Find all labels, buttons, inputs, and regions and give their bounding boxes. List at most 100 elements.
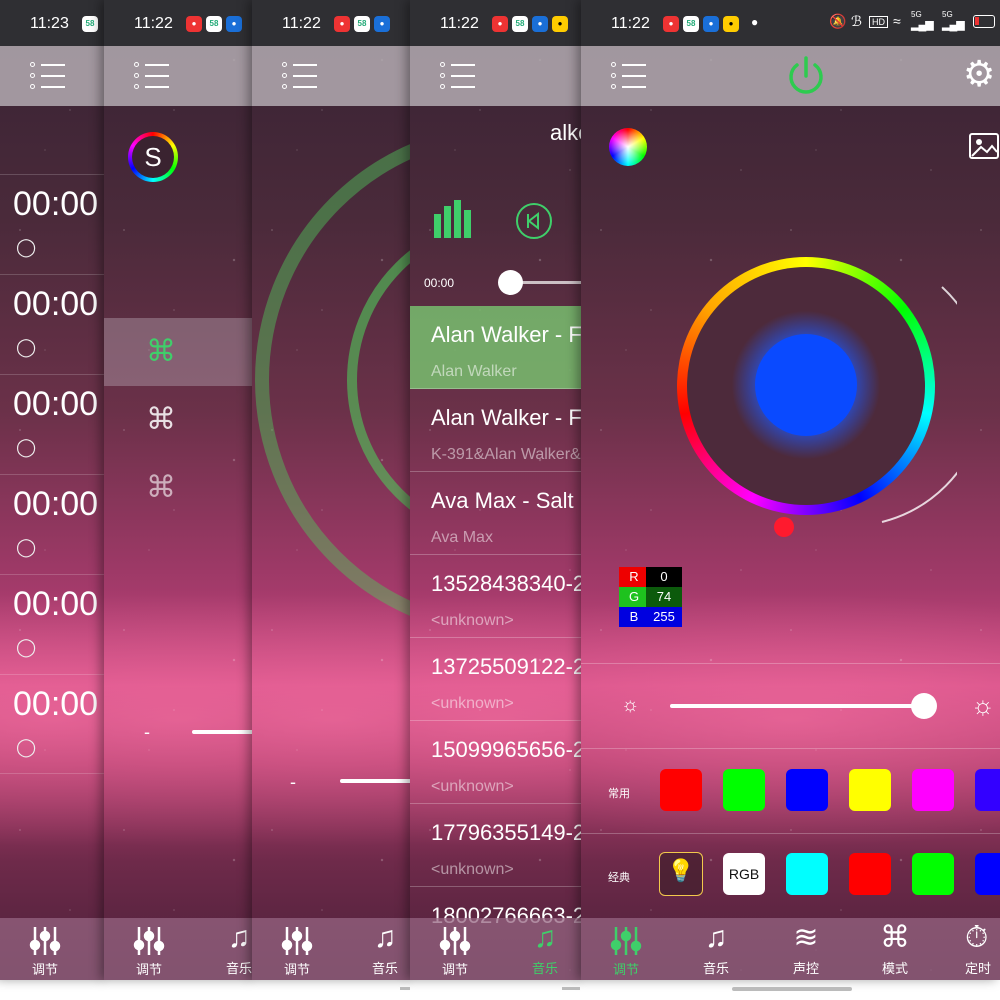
swatch-green[interactable]	[912, 853, 954, 895]
tab-adjust[interactable]: 调节	[420, 918, 490, 980]
swatch-blue[interactable]	[975, 853, 1000, 895]
tab-adjust[interactable]: 调节	[114, 918, 184, 980]
brightness-slider-thumb[interactable]	[911, 693, 937, 719]
swatch-magenta[interactable]	[912, 769, 954, 811]
list-menu-icon[interactable]	[611, 60, 647, 92]
brightness-low-icon: ☼	[621, 694, 640, 716]
power-icon[interactable]	[784, 54, 828, 98]
tab-label: 音乐	[225, 961, 252, 976]
list-menu-icon[interactable]	[134, 60, 170, 92]
top-bar	[410, 46, 583, 106]
tab-label: 音乐	[371, 961, 398, 976]
progress-thumb[interactable]	[498, 270, 523, 295]
command-icon: ⌘	[146, 471, 176, 504]
brightness-knob[interactable]	[774, 517, 794, 537]
image-icon[interactable]	[968, 130, 1000, 162]
tab-mode[interactable]: ⌘ 模式	[860, 918, 930, 980]
song-artist: K-391&Alan Walker&	[431, 446, 581, 463]
now-playing-artist: alke	[550, 120, 583, 145]
tab-adjust[interactable]: 调节	[591, 918, 661, 980]
song-item[interactable]: 17796355149-2 <unknown>	[410, 804, 581, 887]
tab-music[interactable]: ♫ 音乐	[350, 918, 412, 980]
song-item[interactable]: 15099965656-2 <unknown>	[410, 721, 581, 804]
tab-music[interactable]: ♫ 音乐	[681, 918, 751, 980]
timer-row[interactable]: 00:00 ◯	[0, 374, 106, 474]
signal-bars-icon: ▂▄▆	[942, 19, 965, 31]
sliders-icon	[439, 927, 471, 955]
timer-row[interactable]: 00:00 ◯	[0, 674, 106, 774]
mode-panel: 11:22 ● 58 ● S ⌘ ⌘ ⌘ - 调节 ♫ 音乐	[104, 0, 254, 980]
swatch-cyan[interactable]	[786, 853, 828, 895]
music-note-icon: ♫	[533, 921, 557, 954]
rgb-button[interactable]: RGB	[723, 853, 765, 895]
divider	[581, 663, 1000, 664]
bulb-icon: 💡	[667, 858, 695, 883]
command-icon: ⌘	[146, 403, 176, 436]
brightness-slider-track[interactable]	[670, 704, 922, 708]
song-title: Ava Max - Salt	[431, 488, 574, 513]
music-panel: 11:22 ● 58 ● ● alke 00:00 Alan Walker - …	[410, 0, 583, 980]
top-bar	[104, 46, 254, 106]
color-panel: 11:22 ● 58 ● ● ● 🔕 ℬ HD ≈ 5G ▂▄▆ 5G ▂▄▆ …	[581, 0, 1000, 980]
status-bar: 11:22 ● 58 ● ● ● 🔕 ℬ HD ≈ 5G ▂▄▆ 5G ▂▄▆	[581, 0, 1000, 46]
mode-item[interactable]: ⌘	[104, 386, 254, 454]
command-icon: ⌘	[146, 335, 176, 368]
song-item[interactable]: Alan Walker - F K-391&Alan Walker&	[410, 389, 581, 472]
common-colors-label: 常用	[608, 788, 630, 800]
song-artist: <unknown>	[431, 778, 514, 795]
tab-timer[interactable]: ⏱ 定时	[949, 918, 1000, 980]
status-time: 11:22	[611, 15, 650, 32]
swatch-red[interactable]	[849, 853, 891, 895]
warm-light-button[interactable]: 💡	[659, 852, 703, 896]
timer-row[interactable]: 00:00 ◯	[0, 474, 106, 574]
app-icon: ●	[723, 16, 739, 32]
tab-adjust[interactable]: 调节	[10, 918, 80, 980]
dot-icon: ●	[751, 15, 759, 29]
speed-slider[interactable]	[192, 730, 254, 734]
song-item[interactable]: 13725509122-2 <unknown>	[410, 638, 581, 721]
previous-track-icon[interactable]	[515, 202, 553, 240]
list-menu-icon[interactable]	[30, 60, 66, 92]
color-preview-circle	[755, 334, 857, 436]
tab-label: 音乐	[702, 961, 729, 976]
list-menu-icon[interactable]	[282, 60, 318, 92]
timer-row[interactable]: 00:00 ◯	[0, 574, 106, 674]
app-icon: ●	[492, 16, 508, 32]
tab-music[interactable]: ♫ 音乐	[204, 918, 254, 980]
command-icon: ⌘	[880, 921, 910, 954]
tab-label: 音乐	[531, 961, 558, 976]
timer-row[interactable]: 00:00 ◯	[0, 174, 106, 274]
tab-label: 定时	[965, 961, 992, 976]
list-menu-icon[interactable]	[440, 60, 476, 92]
timer-time: 00:00	[13, 385, 99, 423]
speed-minus-label: -	[144, 722, 150, 742]
settings-gear-icon[interactable]: ⚙	[963, 54, 995, 94]
mode-item[interactable]: ⌘	[104, 454, 254, 522]
timer-row[interactable]: 00:00 ◯	[0, 274, 106, 374]
song-item[interactable]: Alan Walker - F Alan Walker	[410, 306, 581, 389]
swatch-blue[interactable]	[786, 769, 828, 811]
swatch-purple[interactable]	[975, 769, 1000, 811]
app-icon: 58	[683, 16, 699, 32]
r-label: R	[619, 567, 649, 587]
status-bar: 11:22 ● 58 ●	[104, 0, 254, 46]
swatch-yellow[interactable]	[849, 769, 891, 811]
equalizer-icon[interactable]	[434, 200, 474, 238]
song-title: 13528438340-2	[431, 571, 581, 596]
hd-badge: HD	[869, 16, 888, 28]
tab-adjust[interactable]: 调节	[262, 918, 332, 980]
sensitivity-slider[interactable]	[340, 779, 412, 783]
tab-voice[interactable]: ≋ 声控	[771, 918, 841, 980]
bulb-icon: ◯	[16, 337, 37, 357]
tab-music[interactable]: ♫ 音乐	[510, 918, 580, 980]
app-icon: ●	[334, 16, 350, 32]
swatch-green[interactable]	[723, 769, 765, 811]
song-item[interactable]: Ava Max - Salt Ava Max	[410, 472, 581, 555]
swatch-red[interactable]	[660, 769, 702, 811]
song-item[interactable]: 13528438340-2 <unknown>	[410, 555, 581, 638]
divider	[581, 748, 1000, 749]
color-wheel-mini-icon[interactable]	[609, 128, 647, 166]
status-time: 11:22	[440, 15, 479, 32]
mode-item-selected[interactable]: ⌘	[104, 318, 254, 386]
app-icon: ●	[186, 16, 202, 32]
